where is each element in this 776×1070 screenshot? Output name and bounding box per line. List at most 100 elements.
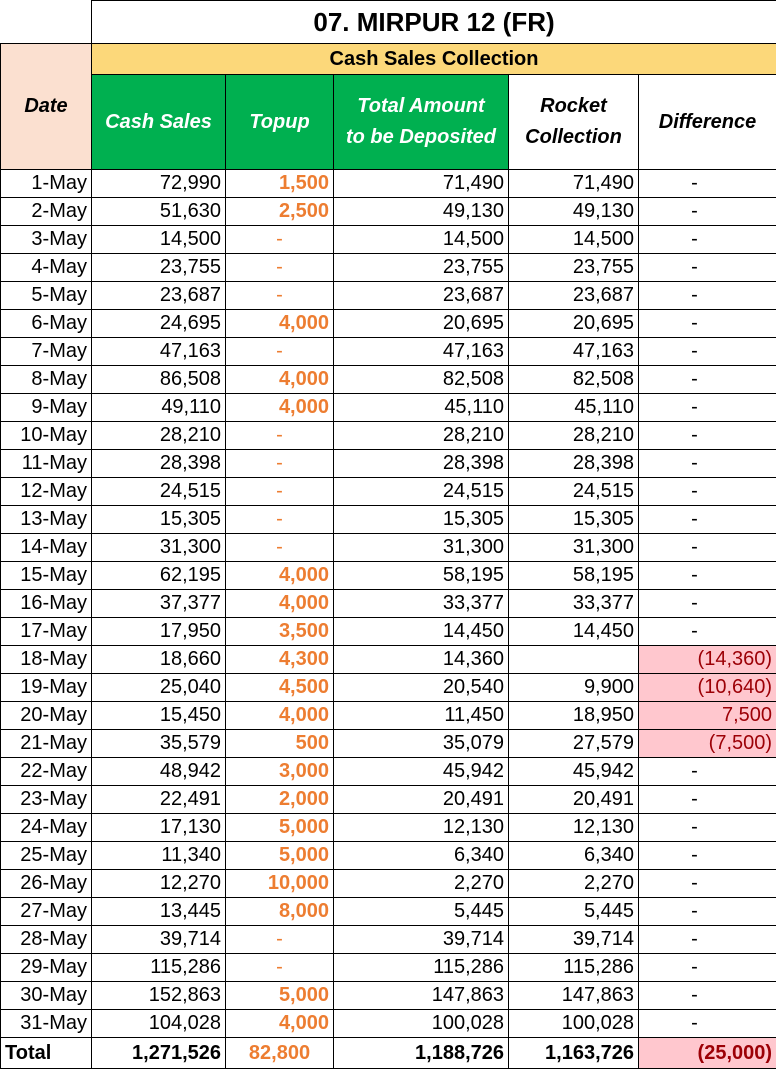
- rocket-collection-cell: 27,579: [508, 729, 639, 758]
- table-row: 5-May 23,687-23,687 23,687-: [0, 281, 776, 310]
- topup-cell: -: [225, 533, 334, 562]
- rocket-header-line1: Rocket: [540, 95, 607, 117]
- table-row: 12-May 24,515-24,515 24,515-: [0, 477, 776, 506]
- difference-cell: -: [637, 785, 776, 814]
- table-row: 15-May 62,195 4,000 58,195 58,195-: [0, 561, 776, 590]
- date-cell: 21-May: [0, 729, 92, 758]
- table-row: 19-May 25,040 4,500 20,540 9,900 (10,640): [0, 673, 776, 702]
- table-row: 23-May 22,491 2,000 20,491 20,491-: [0, 785, 776, 814]
- total-deposit-cell: 71,490: [333, 169, 509, 198]
- total-deposit-cell: 147,863: [333, 981, 509, 1010]
- table-row: 1-May 72,990 1,500 71,490 71,490-: [0, 169, 776, 198]
- total-deposit-cell: 23,755: [333, 253, 509, 282]
- total-deposit-cell: 115,286: [333, 953, 509, 982]
- date-cell: 10-May: [0, 421, 92, 450]
- topup-cell: -: [225, 225, 334, 254]
- date-cell: 24-May: [0, 813, 92, 842]
- table-row: 28-May 39,714-39,714 39,714-: [0, 925, 776, 954]
- cash-sales-cell: 22,491: [91, 785, 226, 814]
- rocket-collection-cell: 45,942: [508, 757, 639, 786]
- difference-cell: -: [637, 953, 776, 982]
- cash-sales-cell: 25,040: [91, 673, 226, 702]
- table-row: 24-May 17,130 5,000 12,130 12,130-: [0, 813, 776, 842]
- difference-header: Difference: [637, 74, 776, 170]
- topup-cell: 3,000: [225, 757, 334, 786]
- topup-cell: 4,300: [225, 645, 334, 674]
- total-row: Total 1,271,526 82,800 1,188,726 1,163,7…: [0, 1037, 776, 1069]
- topup-cell: -: [225, 253, 334, 282]
- date-cell: 22-May: [0, 757, 92, 786]
- rocket-collection-cell: 28,398: [508, 449, 639, 478]
- topup-cell: 4,000: [225, 589, 334, 618]
- rocket-collection-cell: 58,195: [508, 561, 639, 590]
- date-cell: 23-May: [0, 785, 92, 814]
- difference-cell: -: [637, 505, 776, 534]
- total-difference: (25,000): [637, 1037, 776, 1069]
- difference-cell: -: [637, 169, 776, 198]
- total-deposit-cell: 14,500: [333, 225, 509, 254]
- date-cell: 25-May: [0, 841, 92, 870]
- date-cell: 7-May: [0, 337, 92, 366]
- date-cell: 2-May: [0, 197, 92, 226]
- cash-sales-cell: 115,286: [91, 953, 226, 982]
- cash-sales-cell: 24,695: [91, 309, 226, 338]
- table-row: 21-May 35,579 500 35,079 27,579 (7,500): [0, 729, 776, 758]
- rocket-collection-cell: 15,305: [508, 505, 639, 534]
- date-cell: 4-May: [0, 253, 92, 282]
- date-header: Date: [0, 43, 92, 170]
- difference-cell: -: [637, 589, 776, 618]
- table-row: 20-May 15,450 4,000 11,450 18,950 7,500: [0, 701, 776, 730]
- date-cell: 16-May: [0, 589, 92, 618]
- table-row: 31-May 104,028 4,000 100,028 100,028-: [0, 1009, 776, 1038]
- date-cell: 18-May: [0, 645, 92, 674]
- total-amount-header: Total Amount to be Deposited: [333, 74, 509, 170]
- total-deposit: 1,188,726: [333, 1037, 509, 1069]
- rocket-collection-cell: 28,210: [508, 421, 639, 450]
- cash-sales-cell: 17,950: [91, 617, 226, 646]
- rocket-collection-cell: 14,450: [508, 617, 639, 646]
- cash-sales-cell: 62,195: [91, 561, 226, 590]
- topup-cell: 4,000: [225, 365, 334, 394]
- topup-cell: 4,000: [225, 561, 334, 590]
- topup-cell: 500: [225, 729, 334, 758]
- cash-sales-cell: 13,445: [91, 897, 226, 926]
- topup-cell: 10,000: [225, 869, 334, 898]
- date-cell: 6-May: [0, 309, 92, 338]
- total-deposit-cell: 20,695: [333, 309, 509, 338]
- rocket-collection-cell: 23,755: [508, 253, 639, 282]
- topup-cell: -: [225, 421, 334, 450]
- topup-cell: -: [225, 281, 334, 310]
- cash-sales-cell: 15,305: [91, 505, 226, 534]
- topup-cell: -: [225, 337, 334, 366]
- cash-sales-cell: 28,398: [91, 449, 226, 478]
- difference-cell: -: [637, 365, 776, 394]
- cash-sales-cell: 14,500: [91, 225, 226, 254]
- total-label: Total: [0, 1037, 92, 1069]
- topup-cell: -: [225, 953, 334, 982]
- difference-cell: -: [637, 897, 776, 926]
- topup-cell: 4,000: [225, 1009, 334, 1038]
- total-deposit-cell: 24,515: [333, 477, 509, 506]
- total-deposit-cell: 82,508: [333, 365, 509, 394]
- date-cell: 1-May: [0, 169, 92, 198]
- topup-cell: -: [225, 925, 334, 954]
- total-amount-header-line1: Total Amount: [357, 95, 485, 117]
- cash-sales-cell: 49,110: [91, 393, 226, 422]
- topup-cell: 4,000: [225, 309, 334, 338]
- cash-sales-cell: 31,300: [91, 533, 226, 562]
- rocket-collection-cell: 147,863: [508, 981, 639, 1010]
- difference-cell: (7,500): [637, 729, 776, 758]
- rocket-header-line2: Collection: [525, 126, 622, 148]
- date-cell: 27-May: [0, 897, 92, 926]
- date-cell: 13-May: [0, 505, 92, 534]
- total-deposit-cell: 45,110: [333, 393, 509, 422]
- cash-sales-cell: 39,714: [91, 925, 226, 954]
- rocket-collection-header: Rocket Collection: [508, 74, 639, 170]
- total-deposit-cell: 58,195: [333, 561, 509, 590]
- topup-cell: 5,000: [225, 813, 334, 842]
- table-row: 4-May 23,755-23,755 23,755-: [0, 253, 776, 282]
- date-cell: 11-May: [0, 449, 92, 478]
- cash-sales-cell: 28,210: [91, 421, 226, 450]
- difference-cell: -: [637, 981, 776, 1010]
- section-title: Cash Sales Collection: [90, 43, 776, 75]
